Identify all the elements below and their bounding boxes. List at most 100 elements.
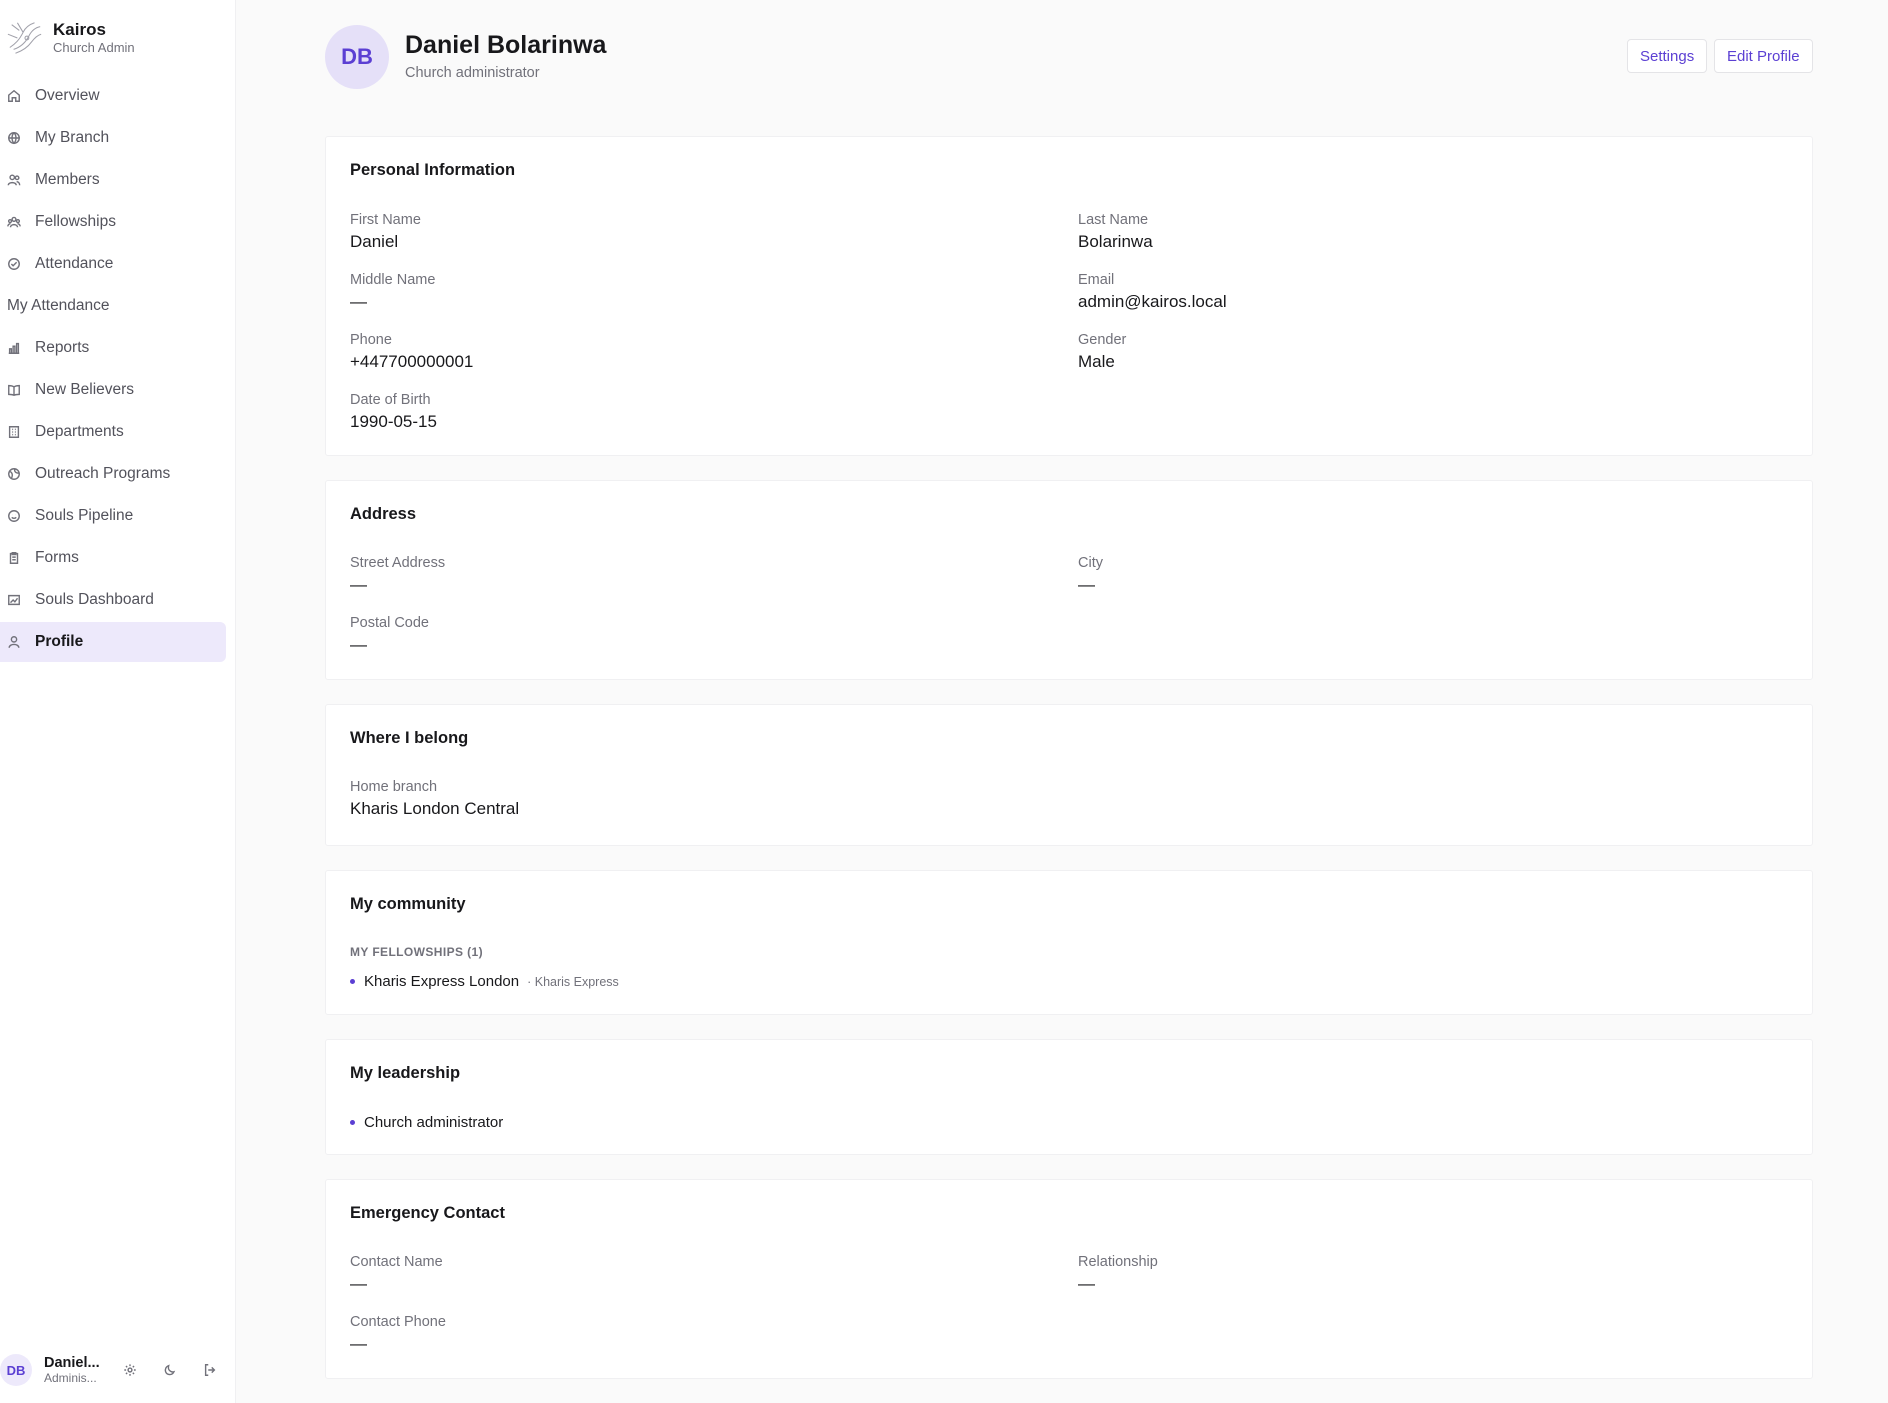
sidebar-item-my-attendance[interactable]: My Attendance <box>0 286 226 326</box>
footer-user-name: Daniel... <box>44 1355 100 1371</box>
dove-logo-icon <box>7 22 42 54</box>
brand-name: Kairos <box>53 20 106 39</box>
settings-button[interactable]: Settings <box>1627 39 1708 73</box>
first-name-field: First Name Daniel <box>350 211 421 253</box>
field-label: City <box>1078 555 1103 571</box>
edit-profile-button[interactable]: Edit Profile <box>1714 39 1813 73</box>
sidebar: Kairos Church Admin Overview My Branch M… <box>0 0 236 1403</box>
email-field: Email admin@kairos.local <box>1078 271 1227 313</box>
sidebar-item-label: Souls Dashboard <box>35 591 154 608</box>
logout-button[interactable] <box>200 1360 220 1380</box>
field-value: 1990-05-15 <box>350 412 437 431</box>
globe-outreach-icon <box>8 468 20 480</box>
field-label: Last Name <box>1078 212 1149 228</box>
date-of-birth-field: Date of Birth 1990-05-15 <box>350 391 437 433</box>
field-label: Contact Name <box>350 1254 443 1270</box>
user-icon <box>8 636 20 648</box>
settings-button[interactable] <box>120 1360 140 1380</box>
leadership-role: Church administrator <box>364 1114 504 1131</box>
sidebar-item-outreach-programs[interactable]: Outreach Programs <box>0 454 226 494</box>
card-title: Emergency Contact <box>350 1204 505 1222</box>
sidebar-item-label: Fellowships <box>35 213 116 230</box>
relationship-field: Relationship — <box>1078 1253 1158 1295</box>
sidebar-item-label: Forms <box>35 549 79 566</box>
field-label: Date of Birth <box>350 392 431 408</box>
avatar: DB <box>325 25 389 89</box>
field-label: Relationship <box>1078 1254 1158 1270</box>
card-title: Where I belong <box>350 729 469 747</box>
dashboard-icon <box>8 594 20 606</box>
sidebar-item-my-branch[interactable]: My Branch <box>0 118 226 158</box>
field-value: — <box>1078 575 1095 594</box>
field-label: Phone <box>350 332 392 348</box>
globe-icon <box>8 132 20 145</box>
sidebar-item-attendance[interactable]: Attendance <box>0 244 226 284</box>
brand[interactable]: Kairos Church Admin <box>6 18 135 58</box>
contact-phone-field: Contact Phone — <box>350 1313 446 1355</box>
sidebar-item-forms[interactable]: Forms <box>0 538 226 578</box>
book-icon <box>8 384 20 397</box>
city-field: City — <box>1078 554 1103 596</box>
sidebar-item-label: Members <box>35 171 100 188</box>
my-community-card: My community MY FELLOWSHIPS (1) Kharis E… <box>325 870 1813 1015</box>
field-value: — <box>350 292 367 311</box>
list-item[interactable]: Kharis Express London · Kharis Express <box>350 973 619 990</box>
address-card: Address Street Address — City — Postal C… <box>325 480 1813 680</box>
phone-field: Phone +447700000001 <box>350 331 473 373</box>
sidebar-item-label: Outreach Programs <box>35 465 171 482</box>
sidebar-item-departments[interactable]: Departments <box>0 412 226 452</box>
personal-information-card: Personal Information First Name Daniel L… <box>325 136 1813 456</box>
footer-user[interactable]: Daniel... Adminis... <box>44 1355 104 1385</box>
sidebar-item-label: Departments <box>35 423 124 440</box>
field-label: Gender <box>1078 332 1127 348</box>
sidebar-item-members[interactable]: Members <box>0 160 226 200</box>
profile-header: DB Daniel Bolarinwa Church administrator… <box>325 25 1813 89</box>
avatar[interactable]: DB <box>0 1354 32 1386</box>
field-value: Kharis London Central <box>350 799 520 818</box>
field-label: Contact Phone <box>350 1314 446 1330</box>
field-value: — <box>1078 1274 1095 1293</box>
card-title: My community <box>350 895 466 913</box>
field-value: — <box>350 635 367 654</box>
card-title: Personal Information <box>350 161 516 179</box>
last-name-field: Last Name Bolarinwa <box>1078 211 1153 253</box>
gear-icon <box>124 1364 136 1376</box>
sidebar-item-overview[interactable]: Overview <box>0 76 226 116</box>
sidebar-nav: Overview My Branch Members Fellowships A… <box>0 76 226 664</box>
street-address-field: Street Address — <box>350 554 445 596</box>
building-icon <box>8 426 20 438</box>
bar-chart-icon <box>8 342 20 354</box>
sidebar-item-new-believers[interactable]: New Believers <box>0 370 226 410</box>
emergency-contact-card: Emergency Contact Contact Name — Relatio… <box>325 1179 1813 1379</box>
sidebar-item-souls-pipeline[interactable]: Souls Pipeline <box>0 496 226 536</box>
field-label: Home branch <box>350 779 438 795</box>
check-circle-icon <box>8 258 20 270</box>
list-item: Church administrator <box>350 1114 503 1131</box>
bullet-dot <box>350 979 355 984</box>
sidebar-item-profile[interactable]: Profile <box>0 622 226 662</box>
sidebar-item-reports[interactable]: Reports <box>0 328 226 368</box>
sidebar-item-label: Overview <box>35 87 100 104</box>
sidebar-item-fellowships[interactable]: Fellowships <box>0 202 226 242</box>
field-value: — <box>350 1274 367 1293</box>
sidebar-item-label: Attendance <box>35 255 114 272</box>
sidebar-item-souls-dashboard[interactable]: Souls Dashboard <box>0 580 226 620</box>
home-icon <box>8 89 20 102</box>
field-value: Male <box>1078 352 1115 371</box>
field-value: — <box>350 1334 367 1353</box>
footer-user-role: Adminis... <box>44 1371 97 1385</box>
logout-icon <box>204 1364 216 1376</box>
postal-code-field: Postal Code — <box>350 614 429 656</box>
sidebar-item-label: My Attendance <box>7 297 110 314</box>
field-value: — <box>350 575 367 594</box>
moon-icon <box>164 1364 176 1376</box>
fellowship-name: Kharis Express London <box>364 973 520 990</box>
field-value: admin@kairos.local <box>1078 292 1227 311</box>
theme-toggle-button[interactable] <box>160 1360 180 1380</box>
fellowships-header: MY FELLOWSHIPS (1) <box>350 945 483 959</box>
where-i-belong-card: Where I belong Home branch Kharis London… <box>325 704 1813 846</box>
card-title: My leadership <box>350 1064 461 1082</box>
sidebar-item-label: Reports <box>35 339 90 356</box>
field-label: Middle Name <box>350 272 436 288</box>
field-label: Email <box>1078 272 1115 288</box>
